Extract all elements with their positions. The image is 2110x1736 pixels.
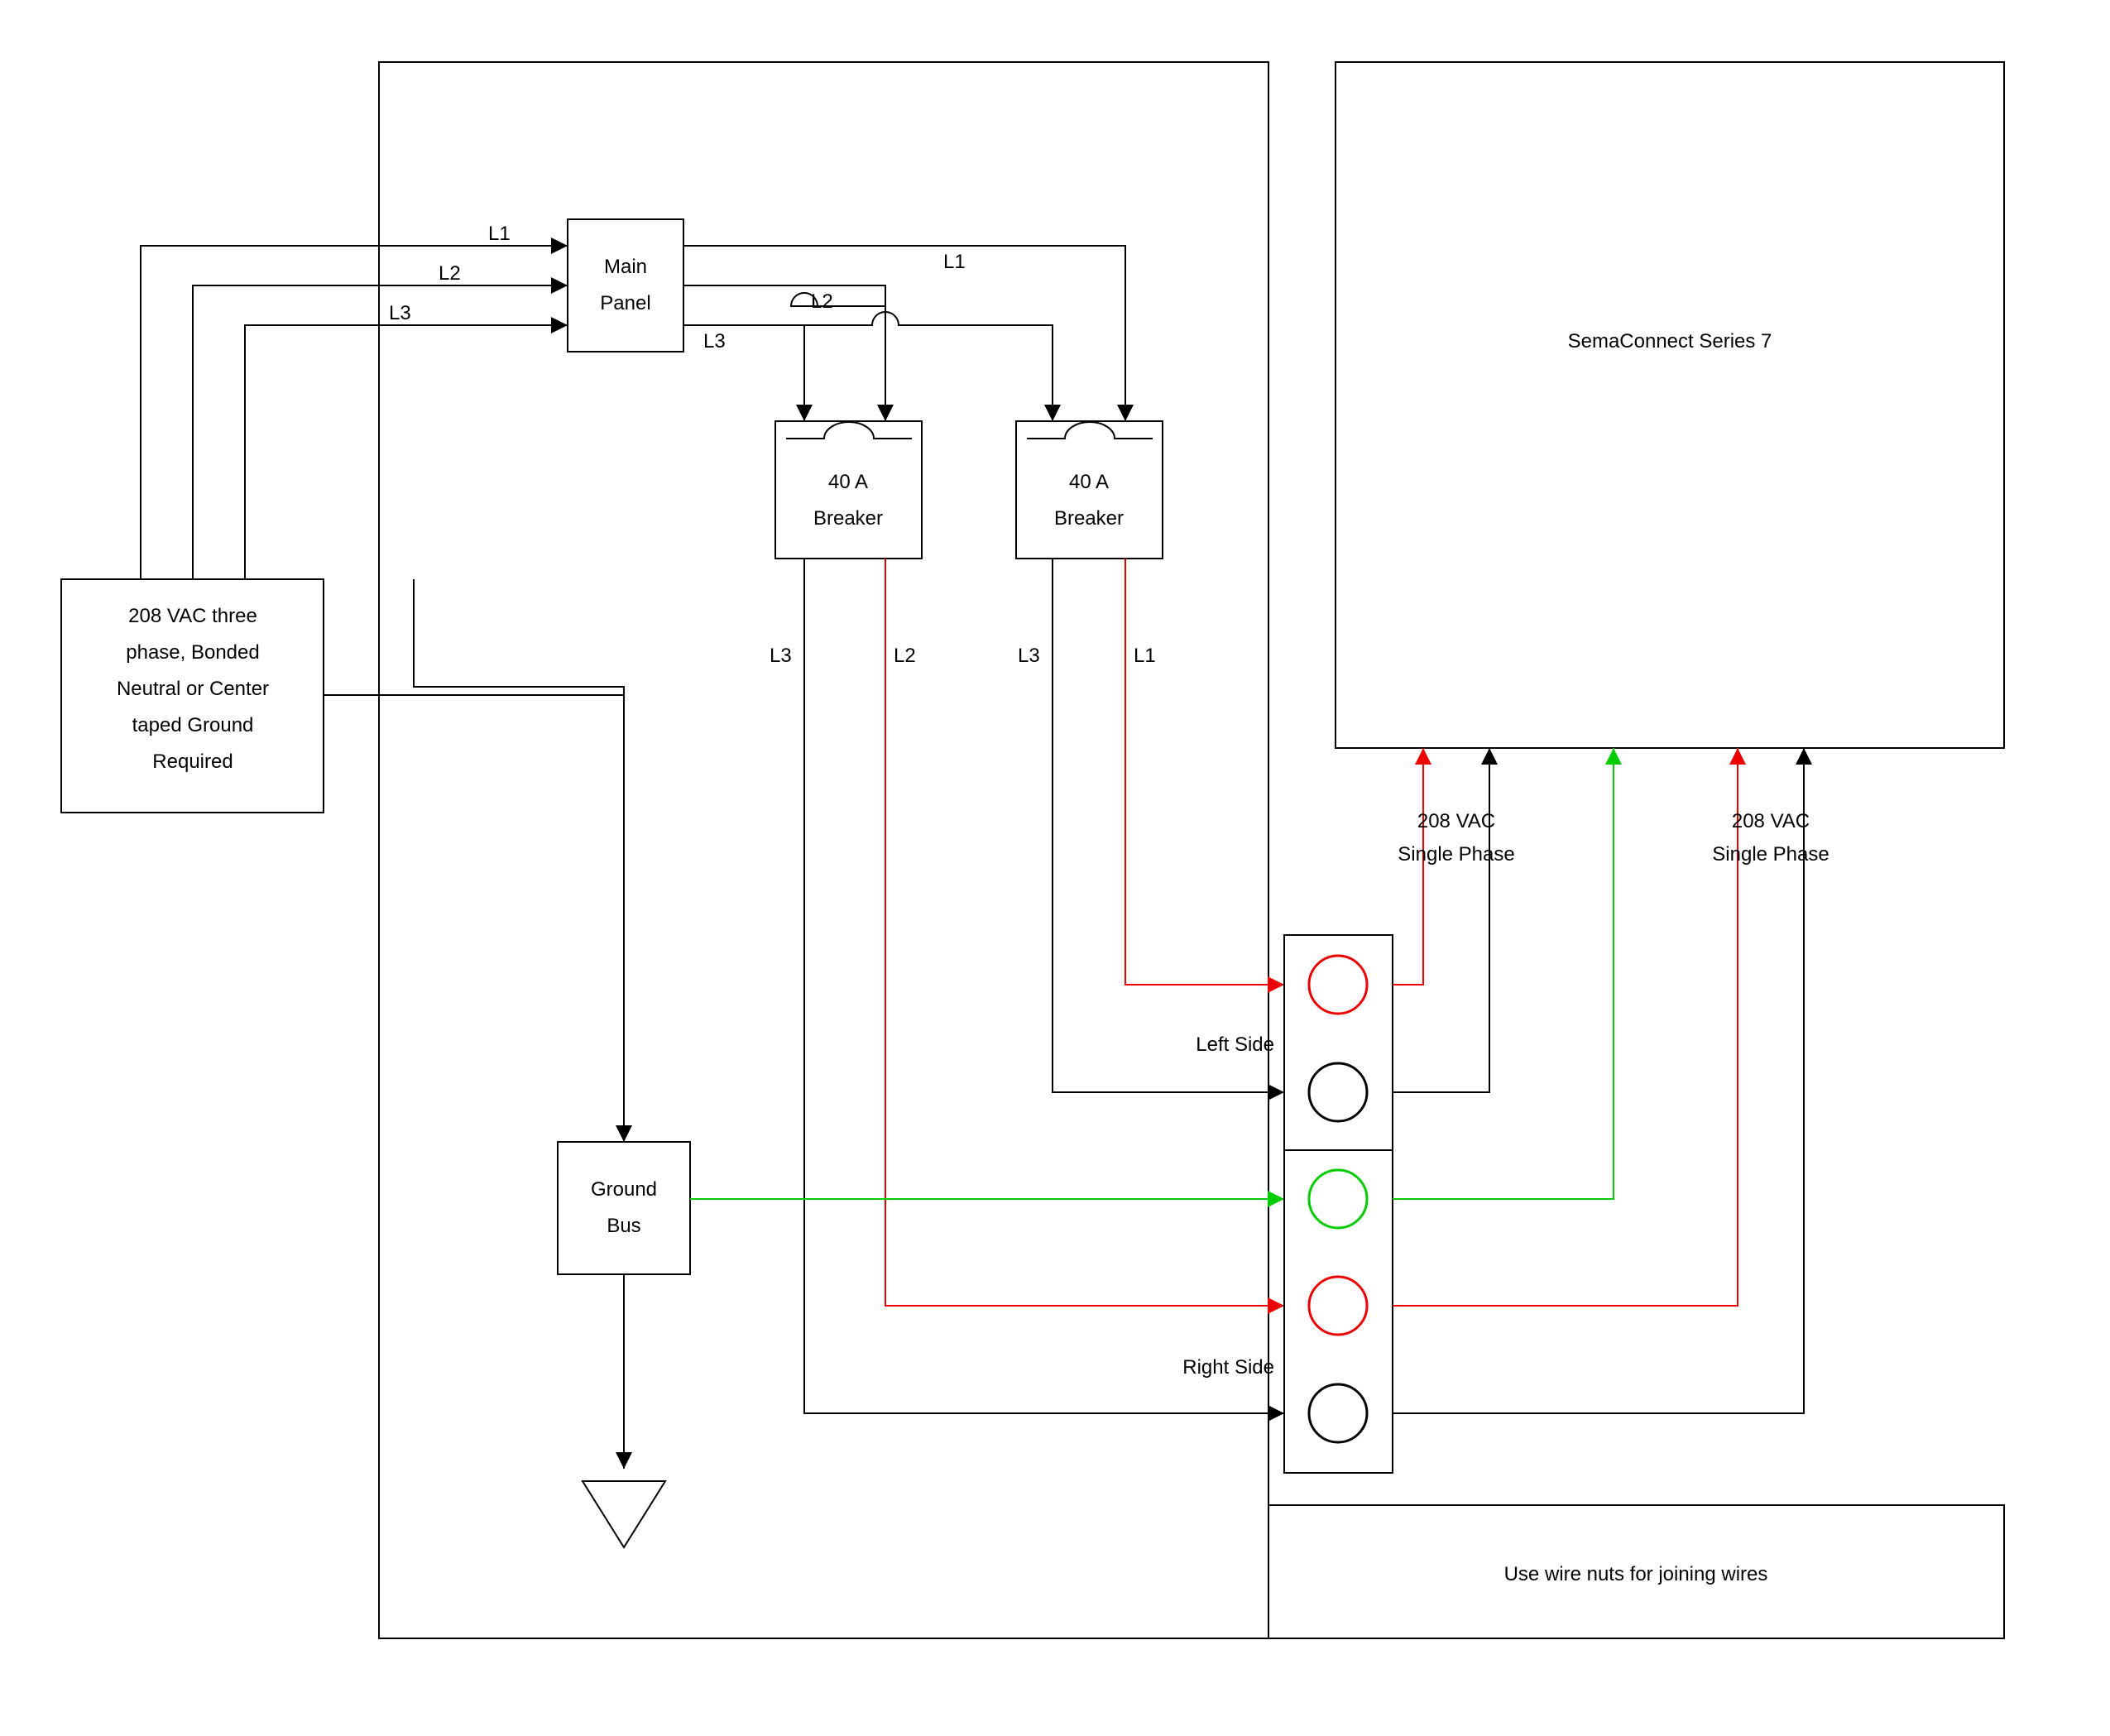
source-l1: 208 VAC three [128,605,257,627]
arrow-nut3-dev [1605,748,1622,765]
lbl-out-l3: L3 [703,330,726,352]
nut-4 [1309,1277,1367,1335]
ground-bus-l1: Ground [591,1178,657,1201]
breaker2-l1: 40 A [1069,471,1109,493]
nut-1 [1309,956,1367,1014]
lbl-in-l3: L3 [389,302,411,324]
footer-text: Use wire nuts for joining wires [1504,1563,1768,1585]
nut-5 [1309,1384,1367,1442]
source-l5: Required [152,751,233,773]
lbl-in-l2: L2 [439,262,461,285]
lbl-br2-l3: L3 [1018,645,1040,667]
wiring-diagram: Load Service or Sub Panel SemaConnect Se… [0,0,2110,1736]
dev-tag1a: 208 VAC [1417,810,1495,832]
arrow-br1-l2 [1268,1297,1284,1314]
left-side-label: Left Side [1196,1033,1274,1056]
lbl-in-l1: L1 [488,223,511,245]
nut-2 [1309,1063,1367,1121]
nut-3 [1309,1170,1367,1228]
ground-bus-l2: Bus [607,1215,640,1237]
arrow-br2-l1 [1268,976,1284,993]
breaker1-l2: Breaker [813,507,883,530]
arrow-nut2-dev [1481,748,1498,765]
dev-tag2b: Single Phase [1712,843,1829,866]
source-l2: phase, Bonded [126,641,259,664]
device-name: SemaConnect Series 7 [1568,330,1772,352]
wire-nut1-dev [1393,748,1423,985]
arrow-nut1-dev [1415,748,1431,765]
wire-nut2-dev [1393,748,1489,1092]
breaker2-l2: Breaker [1054,507,1124,530]
dev-tag1b: Single Phase [1398,843,1514,866]
lbl-out-l1: L1 [943,251,966,273]
dev-tag2a: 208 VAC [1732,810,1810,832]
main-panel-l2: Panel [600,292,650,314]
source-l3: Neutral or Center [117,678,269,700]
device-box [1336,62,2004,748]
main-panel-l1: Main [604,256,647,278]
arrow-br2-l3 [1268,1084,1284,1101]
main-panel-box [568,219,683,352]
lbl-br2-l1: L1 [1134,645,1156,667]
lbl-out-l2: L2 [811,290,833,313]
right-side-label: Right Side [1182,1356,1274,1379]
arrow-nut5-dev [1796,748,1812,765]
breaker1-l1: 40 A [828,471,868,493]
arrow-gb-green [1268,1191,1284,1207]
source-l4: taped Ground [132,714,254,736]
lbl-br1-l3: L3 [770,645,792,667]
lbl-br1-l2: L2 [894,645,916,667]
ground-bus-box [558,1142,690,1274]
arrow-br1-l3 [1268,1405,1284,1422]
arrow-nut4-dev [1729,748,1746,765]
